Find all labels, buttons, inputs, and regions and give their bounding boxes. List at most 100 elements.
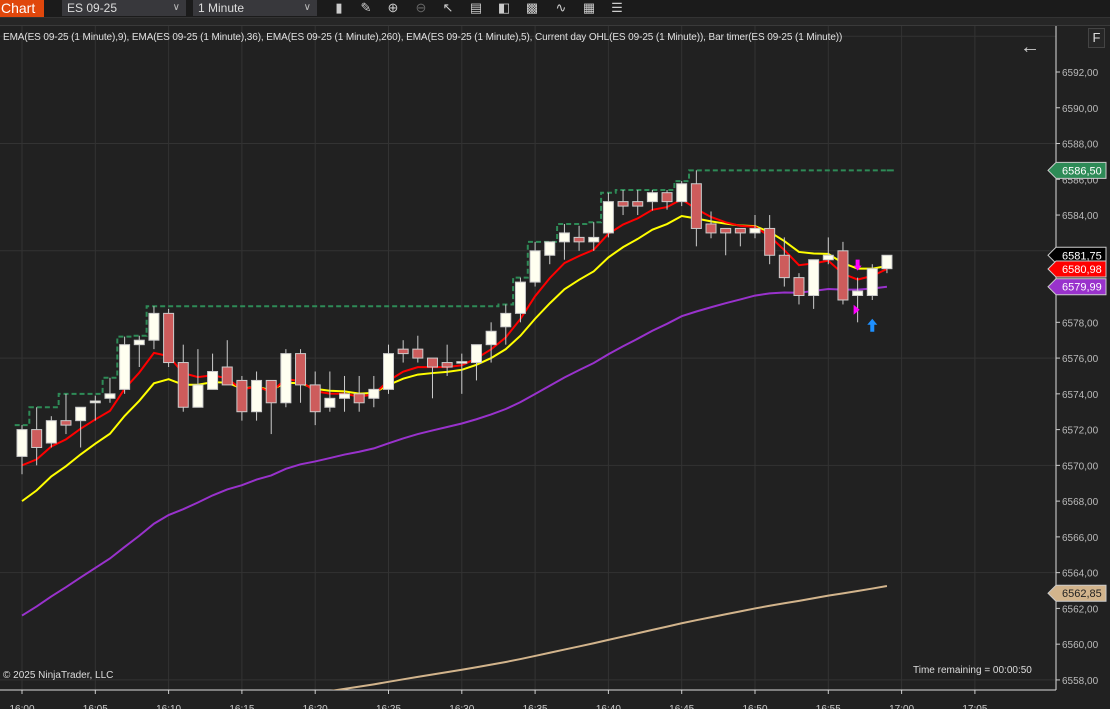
candle <box>339 375 351 412</box>
y-tick-label: 6578,00 <box>1062 318 1099 329</box>
candle <box>632 190 644 216</box>
candle-body <box>837 250 849 301</box>
candle <box>207 353 219 390</box>
candle-body <box>177 362 189 408</box>
candle-body <box>734 227 746 234</box>
candle-body <box>632 201 644 207</box>
x-tick-label: 16:30 <box>449 704 474 709</box>
candle-body <box>45 420 57 444</box>
x-tick-label: 16:40 <box>596 704 621 709</box>
candle-body <box>383 353 394 390</box>
candle-body <box>646 192 658 203</box>
current-day-high-line <box>14 169 895 427</box>
candle <box>573 225 585 251</box>
candle <box>104 377 116 403</box>
candle-body <box>441 362 453 368</box>
candle <box>397 340 409 363</box>
candle-body <box>764 227 776 256</box>
candle-body <box>529 250 541 283</box>
candle-body <box>16 429 28 457</box>
x-tick-label: 16:00 <box>9 704 34 709</box>
candle <box>133 335 145 368</box>
y-tick-label: 6590,00 <box>1062 104 1099 115</box>
indicator-legend: EMA(ES 09-25 (1 Minute),9), EMA(ES 09-25… <box>3 32 843 43</box>
candle-body <box>163 312 175 364</box>
candle-body <box>720 227 732 234</box>
candle <box>251 371 263 421</box>
candle <box>793 273 805 305</box>
candle-body <box>661 192 673 203</box>
candle <box>16 425 28 475</box>
candle-body <box>866 268 878 296</box>
candle <box>529 241 541 287</box>
candle-body <box>676 183 688 203</box>
y-tick-label: 6570,00 <box>1062 461 1099 472</box>
candle-body <box>295 353 307 386</box>
y-tick-label: 6564,00 <box>1062 569 1099 580</box>
candle <box>119 336 131 394</box>
candle <box>163 308 175 368</box>
x-tick-label: 17:05 <box>962 704 987 709</box>
x-tick-label: 16:50 <box>742 704 767 709</box>
x-tick-label: 16:25 <box>376 704 401 709</box>
candle-body <box>573 236 585 243</box>
candle-body <box>221 366 233 386</box>
candle-body <box>280 353 292 404</box>
candle <box>514 277 526 323</box>
candle <box>45 416 57 448</box>
candle <box>383 344 394 394</box>
price-flag-label: 6579,99 <box>1062 282 1102 294</box>
candle <box>221 340 233 386</box>
candle <box>295 349 307 403</box>
x-tick-label: 16:20 <box>303 704 328 709</box>
y-tick-label: 6562,00 <box>1062 604 1099 615</box>
candle <box>177 344 189 412</box>
candle <box>456 353 468 394</box>
candle-body <box>426 357 438 368</box>
candle <box>500 304 512 345</box>
price-chart[interactable]: 16:00 16:05 16:10 16:15 16:20 16:25 16:30 16:35… <box>0 0 1110 709</box>
candle <box>544 241 556 265</box>
x-tick-label: 16:05 <box>83 704 108 709</box>
candle <box>558 223 570 260</box>
candle-body <box>822 254 834 261</box>
candle-body <box>602 201 614 234</box>
candle-body <box>192 384 204 408</box>
candle <box>808 259 820 309</box>
signal-triangle-icon <box>853 304 860 315</box>
candle <box>309 371 321 426</box>
y-tick-label: 6560,00 <box>1062 640 1099 651</box>
candle <box>368 375 380 408</box>
candle <box>236 375 248 421</box>
candle-body <box>808 259 820 296</box>
price-flag: 6562,85 <box>1047 584 1107 602</box>
x-tick-label: 16:45 <box>669 704 694 709</box>
candle <box>764 215 776 265</box>
back-arrow-icon[interactable]: ← <box>1020 36 1040 59</box>
candle <box>353 375 365 412</box>
candle-body <box>207 370 219 390</box>
x-tick-label: 16:10 <box>156 704 181 709</box>
y-tick-label: 6572,00 <box>1062 426 1099 437</box>
bar-timer: Time remaining = 00:00:50 <box>913 665 1032 676</box>
candle-body <box>353 393 365 404</box>
y-tick-label: 6558,00 <box>1062 676 1099 687</box>
x-tick-label: 17:00 <box>889 704 914 709</box>
candle-body <box>881 254 893 270</box>
candle-body <box>690 183 702 229</box>
candle <box>470 344 482 381</box>
candle-body <box>265 379 277 404</box>
candle <box>852 277 864 323</box>
x-tick-label: 16:35 <box>523 704 548 709</box>
candle-body <box>485 330 497 346</box>
candle <box>412 335 424 363</box>
candle-body <box>500 312 512 328</box>
candle-body <box>749 227 761 234</box>
candle-body <box>31 429 43 448</box>
candle-body <box>412 348 424 359</box>
f-button[interactable]: F <box>1088 28 1105 48</box>
candle-body <box>456 361 468 364</box>
price-flag: 6580,98 <box>1047 260 1107 278</box>
y-tick-label: 6592,00 <box>1062 68 1099 79</box>
candle <box>602 192 614 238</box>
